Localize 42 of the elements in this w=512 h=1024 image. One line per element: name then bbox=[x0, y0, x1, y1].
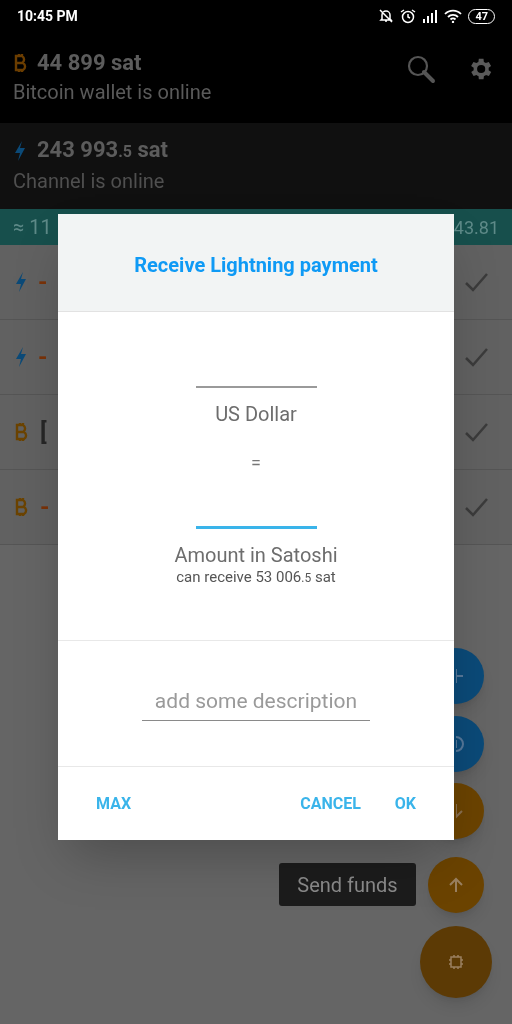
wallet-status: Bitcoin wallet is online bbox=[13, 79, 212, 106]
chip-icon bbox=[446, 952, 466, 972]
dialog-title: Receive Lightning payment bbox=[134, 252, 378, 279]
rate-value: 43.81 bbox=[453, 215, 499, 240]
description-field[interactable]: add some description bbox=[142, 686, 370, 721]
check-icon bbox=[464, 272, 488, 292]
check-icon bbox=[464, 497, 488, 517]
tooltip: Send funds bbox=[279, 863, 416, 906]
fab-send-button[interactable] bbox=[428, 857, 484, 913]
dialog-button[interactable]: OK bbox=[382, 783, 428, 824]
wallet-balance: 44 899 sat bbox=[37, 49, 142, 77]
alarm-icon bbox=[400, 8, 417, 24]
field-label: Amount in Satoshi bbox=[174, 542, 338, 568]
plus-icon bbox=[456, 668, 465, 684]
channel-status: Channel is online bbox=[13, 168, 166, 195]
transaction-amount: [ bbox=[40, 418, 47, 446]
status-time: 10:45 PM bbox=[17, 6, 78, 26]
bitcoin-icon bbox=[13, 52, 29, 74]
amount-input-field[interactable] bbox=[195, 526, 317, 529]
lightning-icon bbox=[13, 140, 27, 162]
rate-text: ≈ 11 bbox=[13, 214, 52, 241]
equals-sign: = bbox=[251, 451, 261, 475]
dialog-button[interactable]: MAX bbox=[84, 783, 144, 824]
transaction-amount: - bbox=[40, 493, 50, 521]
field-label: US Dollar bbox=[215, 401, 297, 427]
lightning-icon bbox=[14, 346, 28, 368]
wifi-icon bbox=[444, 9, 463, 23]
transaction-amount: - bbox=[38, 268, 48, 296]
check-icon bbox=[464, 422, 488, 442]
channel-balance: 243 993.5 sat bbox=[37, 136, 169, 164]
coin-icon bbox=[456, 736, 465, 752]
receive-limit-text: can receive 53 006.5 sat bbox=[176, 568, 336, 587]
lightning-icon bbox=[14, 271, 28, 293]
bitcoin-icon bbox=[14, 496, 30, 518]
search-icon[interactable] bbox=[406, 54, 436, 84]
arrow-down-icon bbox=[456, 803, 465, 819]
transaction-amount: - bbox=[38, 343, 48, 371]
bitcoin-icon bbox=[14, 421, 30, 443]
check-icon bbox=[464, 347, 488, 367]
muted-bell-icon bbox=[378, 8, 395, 24]
signal-icon bbox=[422, 9, 439, 23]
dialog-button[interactable]: CANCEL bbox=[288, 783, 373, 824]
